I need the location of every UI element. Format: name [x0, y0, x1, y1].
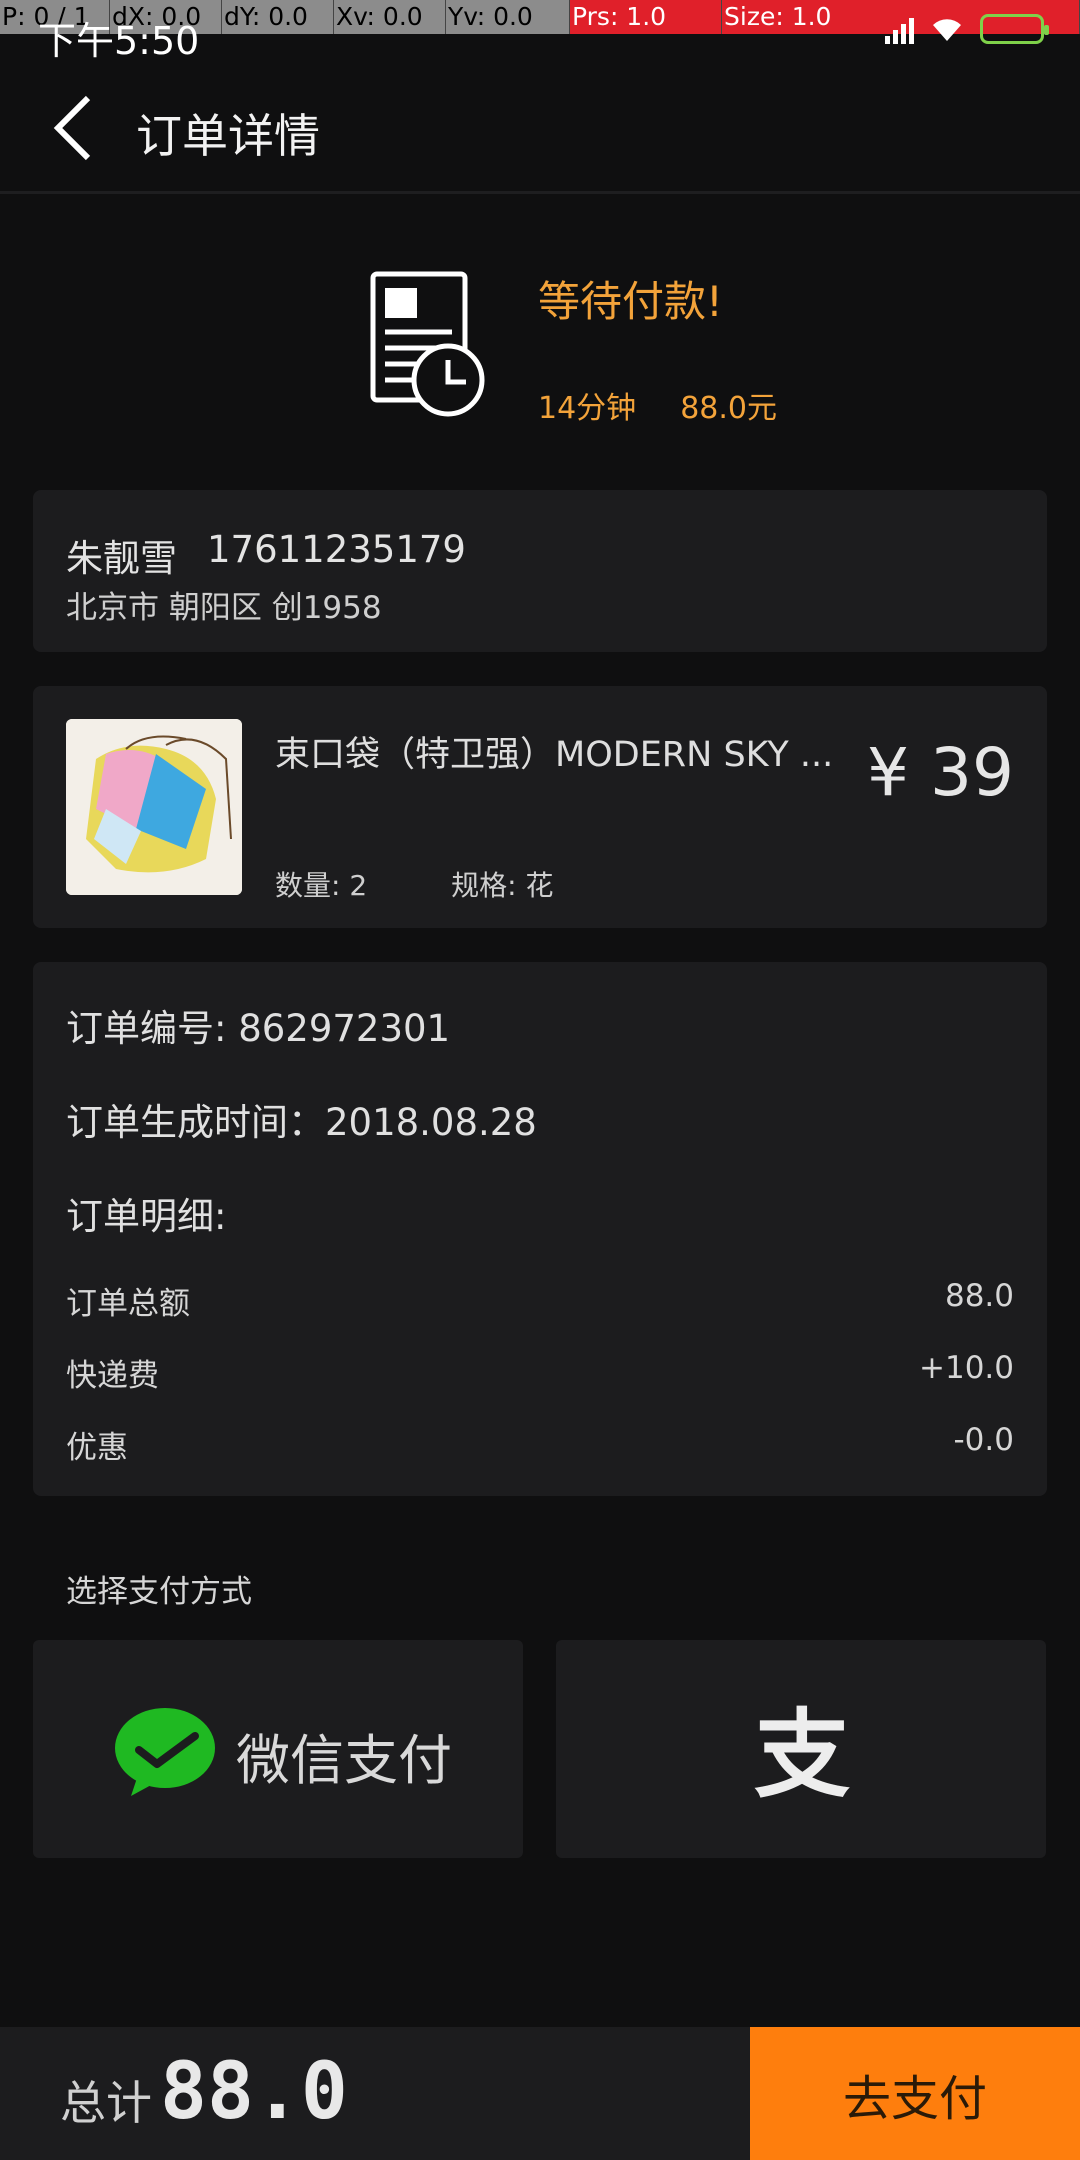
product-name: 束口袋（特卫强）MODERN SKY ... — [275, 735, 834, 775]
debug-yv: Yv: 0.0 — [446, 0, 570, 34]
product-image — [66, 719, 242, 895]
back-button[interactable] — [40, 90, 110, 166]
order-pending-icon — [370, 271, 485, 417]
fee-value: 88.0 — [944, 1278, 1014, 1314]
debug-pointer-count: P: 0 / 1 — [0, 0, 110, 34]
amount-due: 88.0元 — [680, 391, 777, 426]
shipping-address-card[interactable]: 朱靓雪 17611235179 北京市 朝阳区 创1958 — [33, 490, 1047, 652]
bottom-bar: 总计 88.0 去支付 — [0, 2027, 1080, 2160]
fee-row-total: 订单总额 88.0 — [66, 1278, 1014, 1323]
wechat-pay-option[interactable]: 微信支付 — [33, 1640, 523, 1858]
payment-method-label: 选择支付方式 — [66, 1574, 252, 1610]
recipient-phone: 17611235179 — [207, 528, 466, 571]
wechat-pay-label: 微信支付 — [236, 1729, 452, 1792]
debug-dy: dY: 0.0 — [222, 0, 334, 34]
recipient-name: 朱靓雪 — [66, 537, 177, 580]
order-number: 订单编号: 862972301 — [66, 1007, 451, 1050]
debug-xv: Xv: 0.0 — [334, 0, 446, 34]
fee-row-discount: 优惠 -0.0 — [66, 1422, 1014, 1467]
total-value: 88.0 — [160, 2047, 348, 2137]
header: 订单详情 — [0, 60, 1080, 194]
fee-row-shipping: 快递费 +10.0 — [66, 1350, 1014, 1395]
product-price: ¥ 39 — [867, 734, 1014, 811]
waiting-payment-title: 等待付款! — [538, 277, 723, 326]
debug-dx: dX: 0.0 — [110, 0, 222, 34]
product-meta: 数量: 2 规格: 花 — [275, 864, 554, 904]
chevron-left-icon — [53, 95, 91, 161]
order-detail-label: 订单明细: — [66, 1195, 227, 1238]
recipient-address: 北京市 朝阳区 创1958 — [66, 590, 382, 626]
fee-label: 订单总额 — [66, 1286, 190, 1322]
alipay-icon: 支 — [754, 1704, 850, 1800]
debug-pressure: Prs: 1.0 — [570, 0, 722, 34]
fee-label: 快递费 — [66, 1358, 159, 1394]
svg-text:支: 支 — [754, 1704, 850, 1800]
pay-button[interactable]: 去支付 — [750, 2027, 1080, 2160]
recipient-line: 朱靓雪 17611235179 — [66, 528, 466, 582]
pointer-location-overlay: P: 0 / 1 dX: 0.0 dY: 0.0 Xv: 0.0 Yv: 0.0… — [0, 0, 1080, 34]
page-title: 订单详情 — [136, 109, 320, 163]
product-spec: 规格: 花 — [451, 869, 554, 902]
order-created-time: 订单生成时间：2018.08.28 — [66, 1101, 537, 1144]
order-info-card: 订单编号: 862972301 订单生成时间：2018.08.28 订单明细: … — [33, 962, 1047, 1496]
product-quantity: 数量: 2 — [275, 869, 368, 902]
debug-size: Size: 1.0 — [722, 0, 1080, 34]
waiting-info: 14分钟 88.0元 — [538, 383, 777, 427]
wechat-pay-icon — [115, 1708, 215, 1796]
total-label: 总计 — [60, 2076, 152, 2130]
fee-value: +10.0 — [919, 1350, 1014, 1386]
fee-value: -0.0 — [953, 1422, 1015, 1458]
time-remaining: 14分钟 — [538, 391, 637, 426]
alipay-option[interactable]: 支 — [556, 1640, 1046, 1858]
product-card[interactable]: 束口袋（特卫强）MODERN SKY ... ¥ 39 数量: 2 规格: 花 — [33, 686, 1047, 928]
fee-label: 优惠 — [66, 1430, 128, 1466]
